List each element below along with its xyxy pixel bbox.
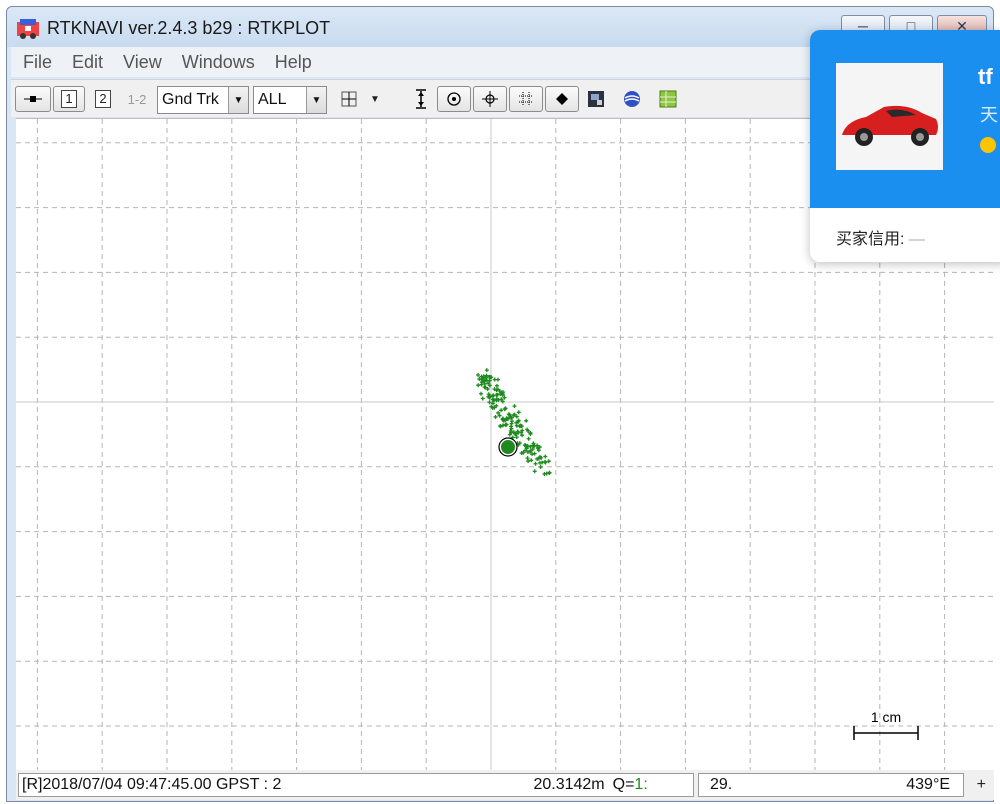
solution-point: [538, 464, 543, 469]
globe-icon: [624, 91, 640, 107]
status-height: 20.3142m: [533, 776, 605, 793]
menu-file[interactable]: File: [23, 52, 52, 73]
plot-type-select[interactable]: Gnd Trk ▼: [157, 86, 249, 114]
crosshair-center-icon: [482, 91, 498, 107]
menu-edit[interactable]: Edit: [72, 52, 103, 73]
solution-point: [499, 408, 504, 413]
menu-view[interactable]: View: [123, 52, 162, 73]
status-dot-icon: [980, 137, 996, 153]
credit-value: —: [908, 231, 925, 248]
window-title: RTKNAVI ver.2.4.3 b29 : RTKPLOT: [47, 18, 331, 38]
grid-button[interactable]: [509, 86, 543, 112]
fit-vertical-button[interactable]: [409, 86, 433, 112]
satellite-image-icon: [588, 91, 604, 107]
chevron-down-icon: ▼: [306, 87, 326, 113]
solution-point: [509, 421, 514, 426]
solution-2-label: 2: [95, 90, 111, 108]
solution-1-button[interactable]: 1: [53, 86, 85, 112]
solution-point: [512, 404, 517, 409]
solution-1-label: 1: [61, 90, 77, 108]
grid-icon: [519, 92, 533, 106]
status-quality-value: 1:: [634, 776, 648, 793]
notification-popup[interactable]: tf 天 买家信用: —: [810, 30, 1000, 262]
map-button[interactable]: [655, 86, 681, 112]
chevron-down-icon: ▼: [228, 87, 248, 113]
car-thumbnail: [836, 63, 943, 170]
crosshair-center-button[interactable]: [473, 86, 507, 112]
position-readout: 29. 439°E: [698, 773, 964, 797]
crosshair-button[interactable]: [337, 86, 361, 112]
solution-icon: [24, 96, 42, 102]
scale-label: 1 cm: [871, 709, 901, 725]
globe-button[interactable]: [619, 86, 645, 112]
solution-point: [479, 391, 484, 396]
satellite-filter-value: ALL: [258, 91, 287, 108]
popup-subtitle: 天: [980, 105, 998, 125]
popup-name: tf: [978, 64, 993, 89]
solution-point: [543, 454, 548, 459]
map-icon: [659, 90, 677, 108]
satellite-filter-select[interactable]: ALL ▼: [253, 86, 327, 114]
solution-point: [498, 424, 503, 429]
satellite-image-button[interactable]: [583, 86, 609, 112]
solution-point: [476, 372, 481, 377]
solution-point: [493, 414, 498, 419]
solution-point: [532, 469, 537, 474]
popup-header: tf 天: [810, 30, 1000, 208]
fit-vertical-icon: [416, 89, 426, 109]
solution-point: [494, 383, 499, 388]
solution-point: [514, 423, 519, 428]
solution-point: [480, 396, 485, 401]
credit-label: 买家信用:: [836, 231, 905, 248]
solution-12-button[interactable]: 1-2: [121, 86, 153, 112]
point-icon: [556, 93, 568, 105]
menu-windows[interactable]: Windows: [182, 52, 255, 73]
solution-point: [484, 368, 489, 373]
status-lat: 29.: [710, 776, 733, 793]
app-icon: [17, 19, 39, 39]
center-origin-button[interactable]: [437, 86, 471, 112]
plot-type-value: Gnd Trk: [162, 91, 219, 108]
solution-point: [492, 377, 497, 382]
solution-point: [540, 460, 545, 465]
solution-point: [524, 418, 529, 423]
center-origin-icon: [447, 92, 461, 106]
status-bar: [R]2018/07/04 09:47:45.00 GPST : 2 20.31…: [16, 770, 994, 800]
solution-button[interactable]: [15, 86, 51, 112]
menu-help[interactable]: Help: [275, 52, 312, 73]
solution-point: [533, 461, 538, 466]
solution-point: [516, 410, 521, 415]
status-lon: 439°E: [906, 776, 951, 793]
crosshair-icon: [341, 91, 357, 107]
current-position-marker: [501, 440, 515, 454]
solution-point: [526, 436, 531, 441]
solution-2-button[interactable]: 2: [89, 86, 117, 112]
dropdown-icon[interactable]: ▼: [367, 86, 383, 112]
solution-status: [R]2018/07/04 09:47:45.00 GPST : 2 20.31…: [18, 773, 694, 797]
point-button[interactable]: [545, 86, 579, 112]
status-quality-label: Q=: [612, 776, 635, 793]
add-icon[interactable]: +: [977, 776, 986, 794]
popup-credit: 买家信用: —: [836, 225, 925, 249]
status-time: [R]2018/07/04 09:47:45.00 GPST : 2: [22, 776, 282, 793]
